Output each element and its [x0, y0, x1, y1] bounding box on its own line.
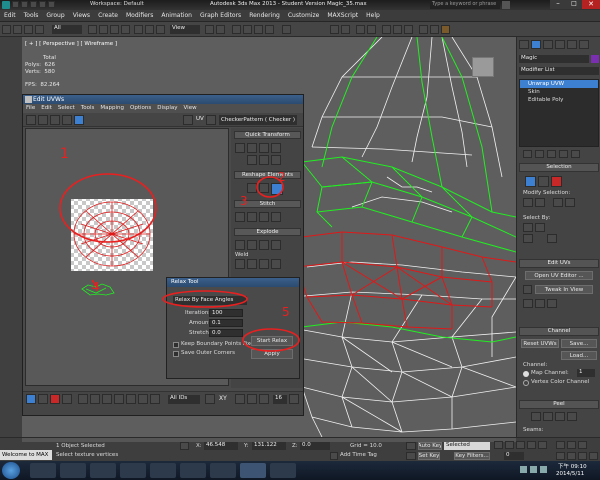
- volume-icon[interactable]: [530, 466, 537, 473]
- selected-dropdown[interactable]: Selected: [444, 442, 490, 450]
- z-label: Z:: [292, 443, 298, 449]
- z-value-field[interactable]: 0.0: [300, 442, 330, 450]
- maxscript-listener[interactable]: Welcome to MAX: [0, 450, 52, 460]
- clock-date[interactable]: 2014/5/11: [556, 471, 584, 477]
- annotation-4: 4: [92, 280, 100, 294]
- tray-icons: [520, 466, 550, 474]
- orbit-icon[interactable]: [578, 452, 587, 460]
- taskbar-photoshop-icon[interactable]: [210, 463, 236, 478]
- zoom-extents-icon[interactable]: [578, 441, 587, 449]
- taskbar-3dsmax-icon[interactable]: [240, 463, 266, 478]
- start-button-icon[interactable]: [2, 462, 20, 479]
- go-to-end-icon[interactable]: [538, 441, 547, 449]
- auto-key-icon[interactable]: [406, 442, 416, 450]
- playback-controls: [494, 441, 554, 451]
- clock-time[interactable]: 下午 09:10: [558, 462, 587, 470]
- set-key-button[interactable]: Set Key: [418, 452, 440, 460]
- auto-key-button[interactable]: Auto Key: [418, 442, 442, 450]
- viewport-navigation: [556, 441, 598, 461]
- y-value-field[interactable]: 131.122: [252, 442, 286, 450]
- prompt-text: Select texture vertices: [56, 452, 119, 458]
- zoom-viewport-icon[interactable]: [556, 441, 565, 449]
- taskbar-firefox-icon[interactable]: [150, 463, 176, 478]
- annotation-3: 3: [240, 194, 248, 208]
- taskbar-chrome-icon[interactable]: [120, 463, 146, 478]
- annotation-2: 2: [278, 170, 286, 184]
- pan-view-icon[interactable]: [567, 452, 576, 460]
- add-time-tag-label[interactable]: Add Time Tag: [340, 452, 377, 458]
- key-filters-button[interactable]: Key Filters...: [454, 452, 490, 460]
- annotation-1: 1: [60, 146, 69, 162]
- status-bar: Welcome to MAX 1 Object Selected Select …: [0, 437, 600, 461]
- x-value-field[interactable]: 46.548: [204, 442, 238, 450]
- taskbar-explorer-icon[interactable]: [30, 463, 56, 478]
- lock-selection-icon[interactable]: [180, 442, 189, 450]
- field-of-view-icon[interactable]: [556, 452, 565, 460]
- set-key-icon[interactable]: [406, 452, 416, 460]
- ime-icon[interactable]: [540, 466, 547, 473]
- taskbar-ie-icon[interactable]: [60, 463, 86, 478]
- windows-taskbar: 下午 09:10 2014/5/11: [0, 461, 600, 480]
- y-label: Y:: [244, 443, 249, 449]
- network-icon[interactable]: [520, 466, 527, 473]
- go-to-start-icon[interactable]: [494, 441, 503, 449]
- grid-size-text: Grid = 10.0: [350, 443, 382, 449]
- annotation-5: 5: [282, 305, 290, 319]
- objects-selected-text: 1 Object Selected: [56, 443, 105, 449]
- previous-frame-icon[interactable]: [505, 441, 514, 449]
- taskbar-paint-icon[interactable]: [180, 463, 206, 478]
- tutorial-annotations: [59, 173, 300, 352]
- zoom-all-icon[interactable]: [567, 441, 576, 449]
- taskbar-app-icon[interactable]: [270, 463, 296, 478]
- current-frame-field[interactable]: 0: [504, 452, 524, 460]
- x-label: X:: [196, 443, 202, 449]
- taskbar-media-icon[interactable]: [90, 463, 116, 478]
- next-frame-icon[interactable]: [527, 441, 536, 449]
- maximize-viewport-icon[interactable]: [589, 452, 598, 460]
- add-time-tag-icon[interactable]: [330, 452, 338, 460]
- play-icon[interactable]: [516, 441, 525, 449]
